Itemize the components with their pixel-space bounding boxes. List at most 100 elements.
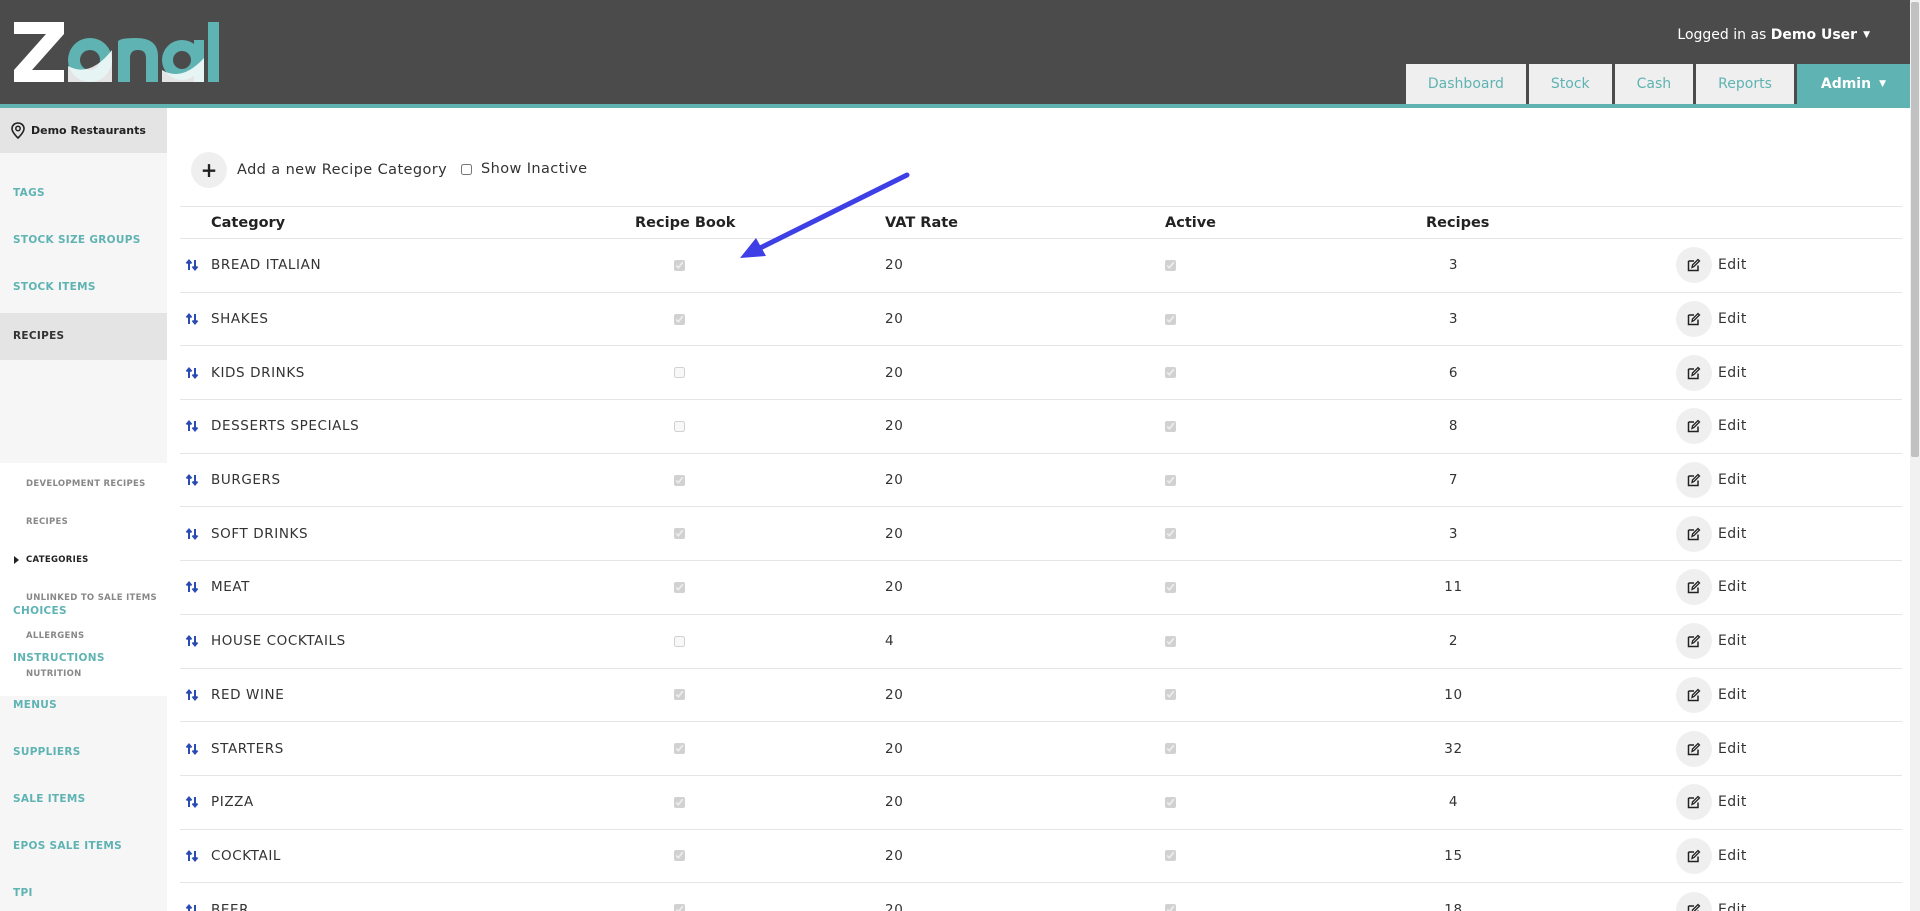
reorder-handle-icon[interactable] xyxy=(185,795,211,809)
sidebar-subitem-development-recipes[interactable]: DEVELOPMENT RECIPES xyxy=(26,479,146,489)
sidebar-item-tpi[interactable]: TPI xyxy=(0,887,167,899)
nav-tab-cash[interactable]: Cash xyxy=(1614,64,1694,104)
edit-icon xyxy=(1676,623,1712,660)
reorder-handle-icon[interactable] xyxy=(185,742,211,756)
reorder-handle-icon[interactable] xyxy=(185,366,211,380)
edit-button[interactable]: Edit xyxy=(1676,515,1747,552)
map-pin-icon xyxy=(11,122,25,139)
scrollbar-thumb[interactable] xyxy=(1911,2,1919,457)
cell-recipes-count: 3 xyxy=(1426,292,1646,347)
reorder-handle-icon[interactable] xyxy=(185,634,211,648)
sidebar-subitem-unlinked-to-sale-items[interactable]: UNLINKED TO SALE ITEMS xyxy=(26,593,157,603)
reorder-handle-icon[interactable] xyxy=(185,849,211,863)
active-checkbox xyxy=(1165,313,1176,325)
sidebar-item-recipes[interactable]: RECIPES xyxy=(0,313,167,360)
header-recipe-book: Recipe Book xyxy=(635,206,885,239)
show-inactive-toggle[interactable]: Show Inactive xyxy=(461,161,587,177)
add-recipe-category-label: Add a new Recipe Category xyxy=(237,162,448,178)
reorder-handle-icon[interactable] xyxy=(185,419,211,433)
edit-button[interactable]: Edit xyxy=(1676,247,1747,284)
nav-tab-admin[interactable]: Admin ▼ xyxy=(1796,64,1910,104)
recipe-book-checkbox xyxy=(673,474,685,486)
vertical-scrollbar[interactable] xyxy=(1910,0,1920,911)
edit-icon xyxy=(1676,730,1712,767)
sidebar-subitem-allergens[interactable]: ALLERGENS xyxy=(26,631,84,641)
sidebar-subitem-categories[interactable]: CATEGORIES xyxy=(14,555,89,565)
edit-button[interactable]: Edit xyxy=(1676,462,1747,499)
reorder-handle-icon[interactable] xyxy=(185,527,211,541)
reorder-handle-icon[interactable] xyxy=(185,258,211,272)
sidebar-item-instructions[interactable]: INSTRUCTIONS xyxy=(0,652,167,664)
table-row: SHAKES 20 3 Edit xyxy=(180,292,1902,347)
recipe-book-checkbox xyxy=(673,850,685,862)
cell-recipes-count: 4 xyxy=(1426,775,1646,830)
recipe-book-checkbox xyxy=(673,689,685,701)
sidebar-item-epos-sale-items[interactable]: EPOS SALE ITEMS xyxy=(0,840,167,852)
nav-tab-dashboard[interactable]: Dashboard xyxy=(1405,64,1526,104)
sidebar-item-menus[interactable]: MENUS xyxy=(0,699,167,711)
sidebar-item-stock-size-groups[interactable]: STOCK SIZE GROUPS xyxy=(0,234,167,246)
active-checkbox xyxy=(1165,581,1176,593)
header-active: Active xyxy=(1165,206,1426,239)
header-vat-rate: VAT Rate xyxy=(885,206,1165,239)
site-selector[interactable]: Demo Restaurants xyxy=(0,108,167,153)
show-inactive-checkbox[interactable] xyxy=(461,163,472,175)
edit-label: Edit xyxy=(1718,472,1747,489)
reorder-handle-icon[interactable] xyxy=(185,312,211,326)
edit-button[interactable]: Edit xyxy=(1676,837,1747,874)
active-checkbox xyxy=(1165,904,1176,911)
sidebar-item-choices[interactable]: CHOICES xyxy=(0,605,167,617)
edit-button[interactable]: Edit xyxy=(1676,408,1747,445)
sidebar-item-sale-items[interactable]: SALE ITEMS xyxy=(0,793,167,805)
edit-icon xyxy=(1676,408,1712,445)
reorder-handle-icon[interactable] xyxy=(185,688,211,702)
edit-button[interactable]: Edit xyxy=(1676,784,1747,821)
nav-tab-admin-label: Admin xyxy=(1820,76,1872,92)
sidebar-item-suppliers[interactable]: SUPPLIERS xyxy=(0,746,167,758)
active-checkbox xyxy=(1165,635,1176,647)
cell-vat-rate: 20 xyxy=(885,506,1165,562)
zonal-logo[interactable] xyxy=(12,20,222,84)
cell-vat-rate: 20 xyxy=(885,453,1165,508)
table-row: STARTERS 20 32 Edit xyxy=(180,721,1902,776)
edit-label: Edit xyxy=(1718,794,1747,811)
header-actions xyxy=(1646,206,1902,239)
edit-button[interactable]: Edit xyxy=(1676,676,1747,713)
sidebar-subitem-nutrition[interactable]: NUTRITION xyxy=(26,669,82,679)
edit-button[interactable]: Edit xyxy=(1676,730,1747,767)
sidebar-subitem-recipes[interactable]: RECIPES xyxy=(26,517,68,527)
edit-label: Edit xyxy=(1718,633,1747,650)
recipe-book-checkbox xyxy=(673,743,685,755)
user-menu[interactable]: Logged in as Demo User ▼ xyxy=(1677,27,1870,43)
sidebar: Demo Restaurants TAGS STOCK SIZE GROUPS … xyxy=(0,108,167,911)
cell-vat-rate: 20 xyxy=(885,292,1165,347)
sidebar-item-tags[interactable]: TAGS xyxy=(0,187,167,199)
cell-vat-rate: 20 xyxy=(885,829,1165,884)
reorder-handle-icon[interactable] xyxy=(185,473,211,487)
reorder-handle-icon[interactable] xyxy=(185,580,211,594)
edit-button[interactable]: Edit xyxy=(1676,354,1747,391)
edit-button[interactable]: Edit xyxy=(1676,891,1747,911)
nav-tab-reports[interactable]: Reports xyxy=(1696,64,1794,104)
reorder-handle-icon[interactable] xyxy=(185,903,211,911)
edit-label: Edit xyxy=(1718,311,1747,328)
sidebar-item-stock-items[interactable]: STOCK ITEMS xyxy=(0,281,167,293)
cell-category: MEAT xyxy=(211,560,635,615)
cell-category: RED WINE xyxy=(211,668,635,723)
recipe-book-checkbox xyxy=(673,904,685,911)
cell-vat-rate: 4 xyxy=(885,614,1165,669)
cell-category: SHAKES xyxy=(211,292,635,347)
active-checkbox xyxy=(1165,474,1176,486)
recipe-book-checkbox xyxy=(673,581,685,593)
cell-category: BREAD ITALIAN xyxy=(211,238,635,293)
nav-tab-stock[interactable]: Stock xyxy=(1528,64,1612,104)
active-checkbox xyxy=(1165,259,1176,271)
add-recipe-category-button[interactable]: + Add a new Recipe Category xyxy=(191,152,447,188)
table-row: SOFT DRINKS 20 3 Edit xyxy=(180,506,1902,562)
edit-button[interactable]: Edit xyxy=(1676,623,1747,660)
edit-button[interactable]: Edit xyxy=(1676,301,1747,338)
edit-button[interactable]: Edit xyxy=(1676,569,1747,606)
edit-label: Edit xyxy=(1718,418,1747,435)
cell-category: KIDS DRINKS xyxy=(211,345,635,401)
cell-category: STARTERS xyxy=(211,721,635,776)
